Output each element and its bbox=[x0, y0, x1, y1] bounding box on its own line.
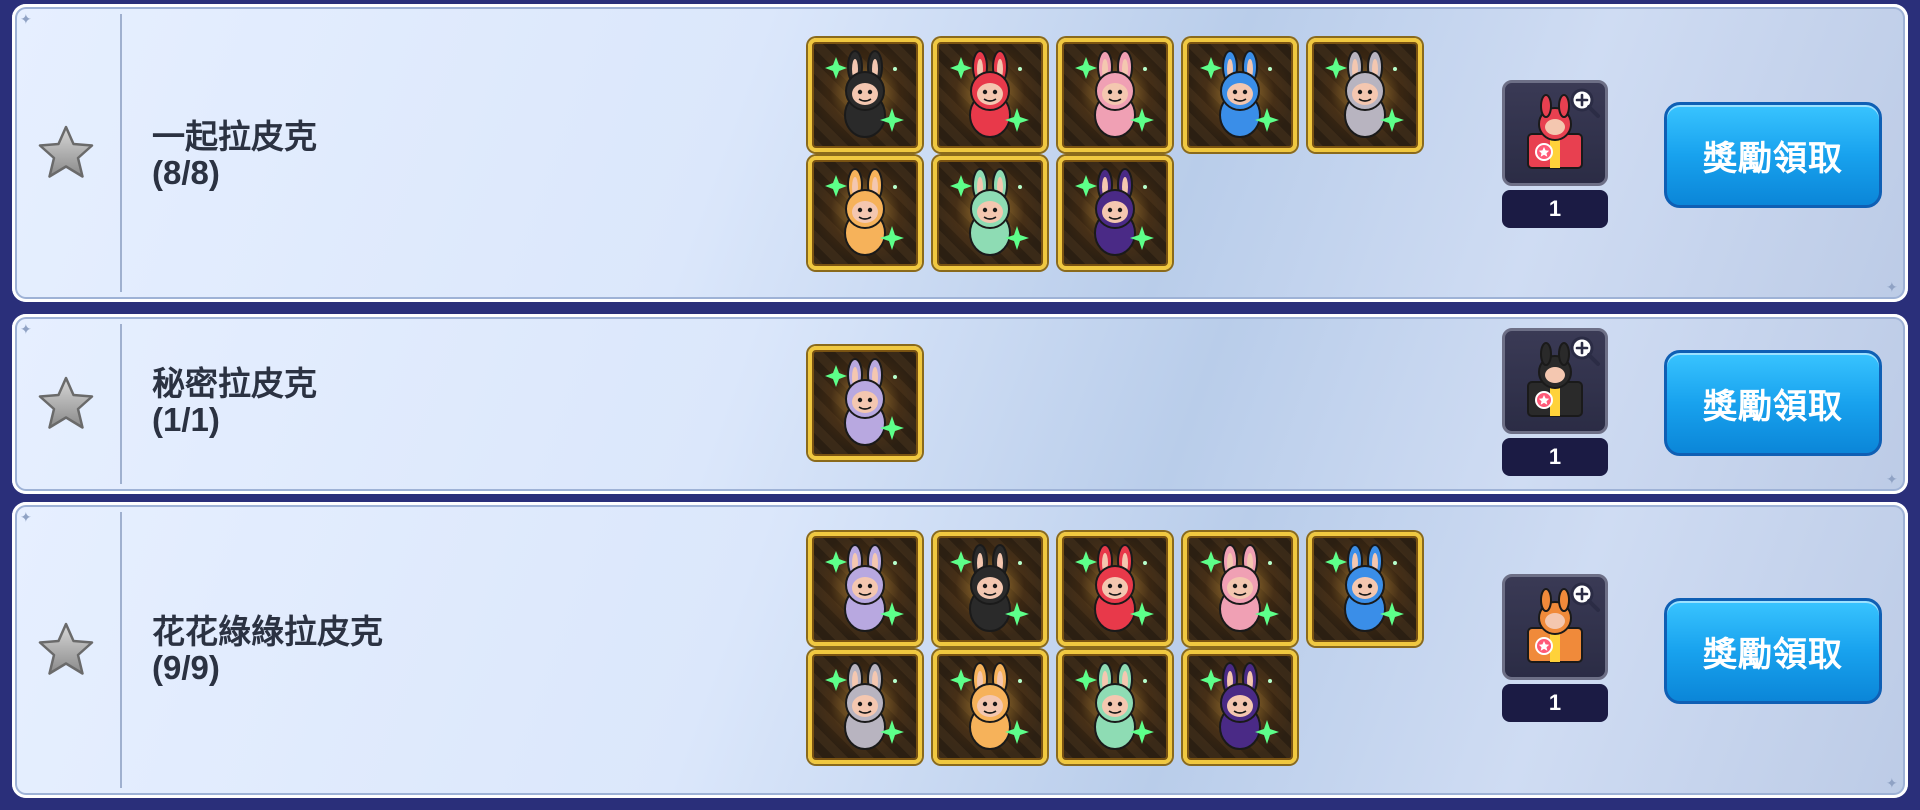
collection-progress: (9/9) bbox=[152, 649, 220, 686]
collection-item-slot[interactable] bbox=[808, 156, 922, 270]
zoom-in-icon bbox=[1570, 88, 1600, 118]
collection-progress: (1/1) bbox=[152, 401, 220, 438]
reward-gift-button[interactable] bbox=[1502, 574, 1608, 680]
reward-gift-button[interactable] bbox=[1502, 80, 1608, 186]
corner-sparkle-icon: ✦ bbox=[1886, 775, 1898, 791]
collection-item-slot[interactable] bbox=[808, 38, 922, 152]
collection-item-slot[interactable] bbox=[1058, 532, 1172, 646]
collection-item-slot[interactable] bbox=[933, 156, 1047, 270]
divider bbox=[120, 324, 122, 484]
collection-item-slot[interactable] bbox=[1058, 650, 1172, 764]
collection-item-slot[interactable] bbox=[1058, 156, 1172, 270]
zoom-in-icon bbox=[1570, 582, 1600, 612]
corner-sparkle-icon: ✦ bbox=[1886, 471, 1898, 487]
labubu-orange-icon bbox=[825, 168, 904, 256]
claim-reward-button[interactable]: 獎勵領取 bbox=[1664, 102, 1882, 208]
labubu-orange-icon bbox=[950, 662, 1029, 750]
collection-item-slot[interactable] bbox=[808, 346, 922, 460]
collection-item-slot[interactable] bbox=[1183, 532, 1297, 646]
corner-sparkle-icon: ✦ bbox=[20, 509, 32, 525]
labubu-black-icon bbox=[950, 544, 1029, 632]
collection-item-slot[interactable] bbox=[933, 38, 1047, 152]
zoom-in-icon bbox=[1570, 336, 1600, 366]
labubu-lavender-icon bbox=[825, 358, 904, 446]
star-cell bbox=[12, 502, 120, 798]
corner-sparkle-icon: ✦ bbox=[20, 321, 32, 337]
labubu-mint-icon bbox=[950, 168, 1029, 256]
collection-row: 秘密拉皮克 (1/1) 1 獎勵領取 ✦ ✦ bbox=[12, 314, 1908, 494]
collection-item-slot[interactable] bbox=[933, 532, 1047, 646]
collection-name: 花花綠綠拉皮克 bbox=[152, 613, 383, 650]
reward-count: 1 bbox=[1502, 438, 1608, 476]
star-icon bbox=[38, 125, 94, 178]
collection-name: 秘密拉皮克 bbox=[152, 365, 317, 402]
labubu-gray-icon bbox=[825, 662, 904, 750]
collection-item-slot[interactable] bbox=[808, 650, 922, 764]
labubu-red-icon bbox=[950, 50, 1029, 138]
collection-item-slot[interactable] bbox=[808, 532, 922, 646]
divider bbox=[120, 512, 122, 788]
labubu-pink-icon bbox=[1075, 50, 1154, 138]
collection-name: 一起拉皮克 bbox=[152, 118, 317, 155]
collection-item-slot[interactable] bbox=[933, 650, 1047, 764]
reward-gift-button[interactable] bbox=[1502, 328, 1608, 434]
star-icon bbox=[38, 376, 94, 429]
labubu-red-icon bbox=[1075, 544, 1154, 632]
corner-sparkle-icon: ✦ bbox=[1886, 279, 1898, 295]
reward-count: 1 bbox=[1502, 190, 1608, 228]
labubu-blue-icon bbox=[1325, 544, 1404, 632]
corner-sparkle-icon: ✦ bbox=[20, 11, 32, 27]
collection-item-slot[interactable] bbox=[1183, 38, 1297, 152]
collection-title: 一起拉皮克 (8/8) bbox=[152, 119, 317, 191]
collection-item-slot[interactable] bbox=[1058, 38, 1172, 152]
divider bbox=[120, 14, 122, 292]
star-icon bbox=[38, 622, 94, 675]
collection-item-slot[interactable] bbox=[1308, 38, 1422, 152]
collection-row: 一起拉皮克 (8/8) 1 獎勵領取 ✦ ✦ bbox=[12, 4, 1908, 302]
labubu-purple-icon bbox=[1075, 168, 1154, 256]
labubu-gray-icon bbox=[1325, 50, 1404, 138]
claim-reward-button[interactable]: 獎勵領取 bbox=[1664, 598, 1882, 704]
labubu-lavender-icon bbox=[825, 544, 904, 632]
star-cell bbox=[12, 314, 120, 494]
labubu-black-icon bbox=[825, 50, 904, 138]
collection-title: 秘密拉皮克 (1/1) bbox=[152, 366, 317, 438]
labubu-purple-icon bbox=[1200, 662, 1279, 750]
star-cell bbox=[12, 4, 120, 302]
collection-row: 花花綠綠拉皮克 (9/9) 1 獎勵領取 ✦ ✦ bbox=[12, 502, 1908, 798]
collection-item-slot[interactable] bbox=[1308, 532, 1422, 646]
reward-count: 1 bbox=[1502, 684, 1608, 722]
collection-title: 花花綠綠拉皮克 (9/9) bbox=[152, 614, 383, 686]
labubu-mint-icon bbox=[1075, 662, 1154, 750]
collection-item-slot[interactable] bbox=[1183, 650, 1297, 764]
claim-reward-button[interactable]: 獎勵領取 bbox=[1664, 350, 1882, 456]
labubu-pink-icon bbox=[1200, 544, 1279, 632]
labubu-blue-icon bbox=[1200, 50, 1279, 138]
collection-progress: (8/8) bbox=[152, 154, 220, 191]
